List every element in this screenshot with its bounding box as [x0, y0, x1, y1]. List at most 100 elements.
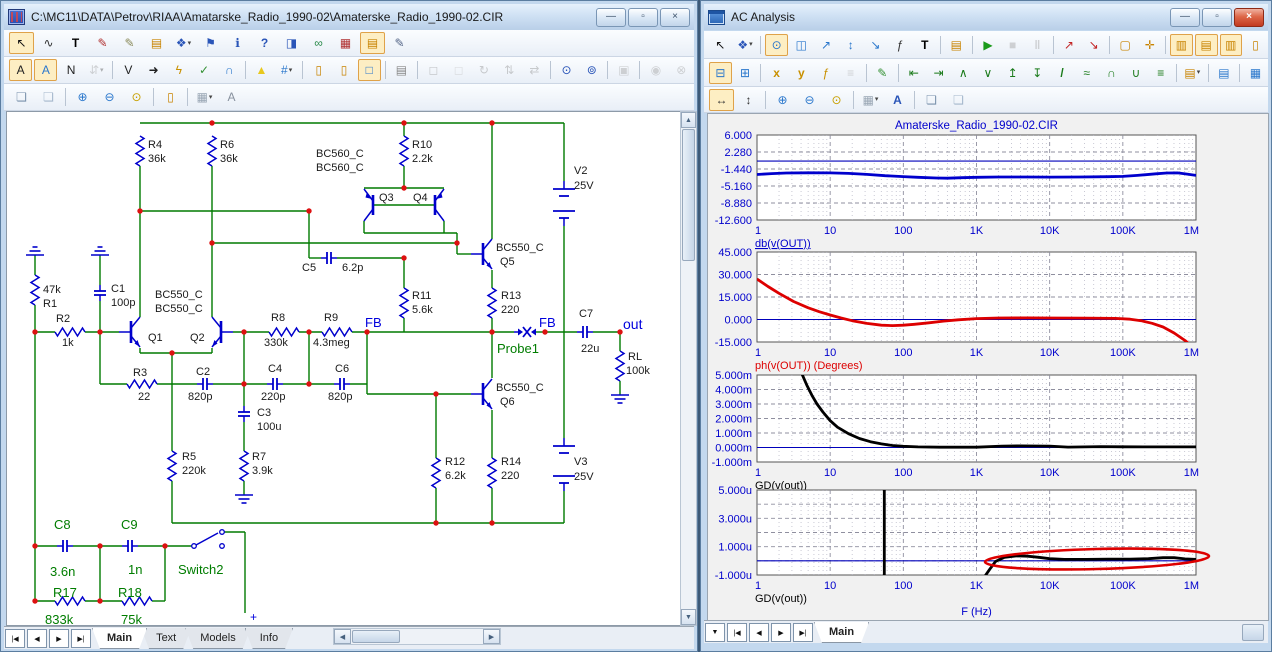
send-back-button[interactable]: ❏ — [946, 89, 971, 111]
polygon-mode-button[interactable]: ✎ — [117, 32, 142, 54]
cursor-y-value-button[interactable]: y — [790, 62, 813, 84]
window-edit-button[interactable]: ✎ — [387, 32, 412, 54]
schematic-tabnav-icon[interactable]: ▶ — [49, 629, 69, 648]
scroll-right-icon[interactable]: ▶ — [483, 629, 500, 644]
watch-button[interactable]: ▦ — [1244, 62, 1267, 84]
file-list-button[interactable]: ▤ — [360, 32, 385, 54]
plot-overlay-button[interactable]: ▯ — [1244, 34, 1267, 56]
find-button[interactable]: ⊙ — [555, 59, 578, 81]
scale-mode-button[interactable]: ⊙ — [765, 34, 788, 56]
numeric-output-button[interactable]: ▤ — [1213, 62, 1236, 84]
next-high-button[interactable]: ↥ — [1001, 62, 1024, 84]
link-mode-button[interactable]: ∞ — [306, 32, 331, 54]
global-low-button[interactable]: ∪ — [1125, 62, 1148, 84]
schematic-tabnav-icon[interactable]: |◀ — [5, 629, 25, 648]
analysis-hscroll-thumb[interactable] — [1242, 624, 1264, 641]
ac-analysis-titlebar[interactable]: AC Analysis —▫× — [704, 4, 1268, 30]
data-points-button[interactable]: ▢ — [1114, 34, 1137, 56]
analysis-tabnav-icon[interactable]: ▼ — [705, 623, 725, 642]
grid-snap-button[interactable]: ▦▾ — [192, 86, 217, 108]
formula-text-mode-button[interactable]: ƒ — [889, 34, 912, 56]
next-inflection-button[interactable]: ≈ — [1075, 62, 1098, 84]
zoom-out-button[interactable]: ⊖ — [97, 86, 122, 108]
region-enable-button[interactable]: ▦ — [333, 32, 358, 54]
y-axis-scale-button[interactable]: ↕ — [736, 89, 761, 111]
horizontal-tag-mode-button[interactable]: ↘ — [864, 34, 887, 56]
analysis-tab-main[interactable]: Main — [814, 622, 869, 643]
edit-properties-button[interactable]: ✎ — [871, 62, 894, 84]
envelope-button[interactable]: ≡ — [1149, 62, 1172, 84]
bring-front-button[interactable]: ❏ — [9, 86, 34, 108]
attr-power-button[interactable]: ϟ — [167, 59, 190, 81]
font-button[interactable]: A — [885, 89, 910, 111]
page-flip-button[interactable]: ▯ — [158, 86, 183, 108]
restore-button[interactable]: ▫ — [1202, 8, 1232, 27]
minimize-button[interactable]: — — [1170, 8, 1200, 27]
component-menu-button[interactable]: ❖▾ — [171, 32, 196, 54]
positive-slope-button[interactable]: ↗ — [1058, 34, 1081, 56]
restore-button[interactable]: ▫ — [628, 8, 658, 27]
schematic-tab-main[interactable]: Main — [92, 628, 147, 649]
cursor-x-value-button[interactable]: x — [765, 62, 788, 84]
run-button[interactable]: ▶ — [977, 34, 1000, 56]
plot-single-button[interactable]: ▥ — [1170, 34, 1193, 56]
next-valley-button[interactable]: ∨ — [977, 62, 1000, 84]
picture-mode-button[interactable]: ▤ — [144, 32, 169, 54]
font-button[interactable]: A — [219, 86, 244, 108]
cursor-right-button[interactable]: ⇥ — [927, 62, 950, 84]
page-small-button[interactable]: ▯ — [332, 59, 355, 81]
next-slope-button[interactable]: / — [1051, 62, 1074, 84]
line-mode-button[interactable]: ✎ — [90, 32, 115, 54]
analysis-tabnav-icon[interactable]: |◀ — [727, 623, 747, 642]
plot-horizontal-button[interactable]: ▤ — [1195, 34, 1218, 56]
properties-button[interactable]: ▤ — [390, 59, 413, 81]
zoom-out-button[interactable]: ⊖ — [797, 89, 822, 111]
minimize-button[interactable]: — — [596, 8, 626, 27]
point-tag-mode-button[interactable]: ↗ — [815, 34, 838, 56]
text-mode-button[interactable]: T — [913, 34, 936, 56]
info-mode-button[interactable]: ℹ — [225, 32, 250, 54]
x-axis-scale-button[interactable]: ↔ — [709, 89, 734, 111]
close-button[interactable]: × — [1234, 8, 1264, 27]
attr-current-button[interactable]: ➜ — [142, 59, 165, 81]
component-menu-button[interactable]: ❖▾ — [734, 34, 757, 56]
scroll-down-icon[interactable]: ▼ — [681, 609, 696, 625]
scroll-up-icon[interactable]: ▲ — [681, 112, 696, 128]
flag-mode-button[interactable]: ⚑ — [198, 32, 223, 54]
cursor-vertical-button[interactable]: ⊞ — [734, 62, 757, 84]
cursor-left-button[interactable]: ⇤ — [903, 62, 926, 84]
find-next-button[interactable]: ⊚ — [580, 59, 603, 81]
schematic-tabnav-icon[interactable]: ▶| — [71, 629, 91, 648]
help-bar-button[interactable]: ◨ — [279, 32, 304, 54]
schematic-titlebar[interactable]: C:\MC11\DATA\Petrov\RIAA\Amatarske_Radio… — [4, 4, 694, 30]
grid-menu-button[interactable]: #▾ — [275, 59, 298, 81]
attr-voltage-button[interactable]: V — [117, 59, 140, 81]
attr-condition-button[interactable]: ✓ — [192, 59, 215, 81]
grid-snap-button[interactable]: ▦▾ — [858, 89, 883, 111]
global-high-button[interactable]: ∩ — [1100, 62, 1123, 84]
negative-slope-button[interactable]: ↘ — [1082, 34, 1105, 56]
plot-vertical-button[interactable]: ▥ — [1220, 34, 1243, 56]
select-region-button[interactable]: □ — [358, 59, 381, 81]
attr-text-button[interactable]: A — [34, 59, 57, 81]
send-back-button[interactable]: ❏ — [36, 86, 61, 108]
zoom-100-button[interactable]: ⊙ — [824, 89, 849, 111]
next-peak-button[interactable]: ∧ — [952, 62, 975, 84]
text-mode-button[interactable]: T — [63, 32, 88, 54]
attr-node-numbers-button[interactable]: N — [59, 59, 82, 81]
cursor-horizontal-button[interactable]: ⊟ — [709, 62, 732, 84]
schematic-tab-models[interactable]: Models — [185, 628, 250, 649]
cursor-fx-value-button[interactable]: ƒ — [815, 62, 838, 84]
cursor-mode-button[interactable]: ◫ — [790, 34, 813, 56]
bring-front-button[interactable]: ❏ — [919, 89, 944, 111]
wire-mode-button[interactable]: ∿ — [36, 32, 61, 54]
scroll-left-icon[interactable]: ◀ — [334, 629, 351, 644]
select-tool-button[interactable]: ↖ — [9, 32, 34, 54]
next-low-button[interactable]: ↧ — [1026, 62, 1049, 84]
schematic-horizontal-scrollbar[interactable]: ◀ ▶ — [333, 628, 501, 645]
help-mode-button[interactable]: ? — [252, 32, 277, 54]
page-add-button[interactable]: ▯ — [307, 59, 330, 81]
zoom-in-button[interactable]: ⊕ — [770, 89, 795, 111]
schematic-tab-text[interactable]: Text — [141, 628, 191, 649]
properties-button[interactable]: ▤ — [945, 34, 968, 56]
